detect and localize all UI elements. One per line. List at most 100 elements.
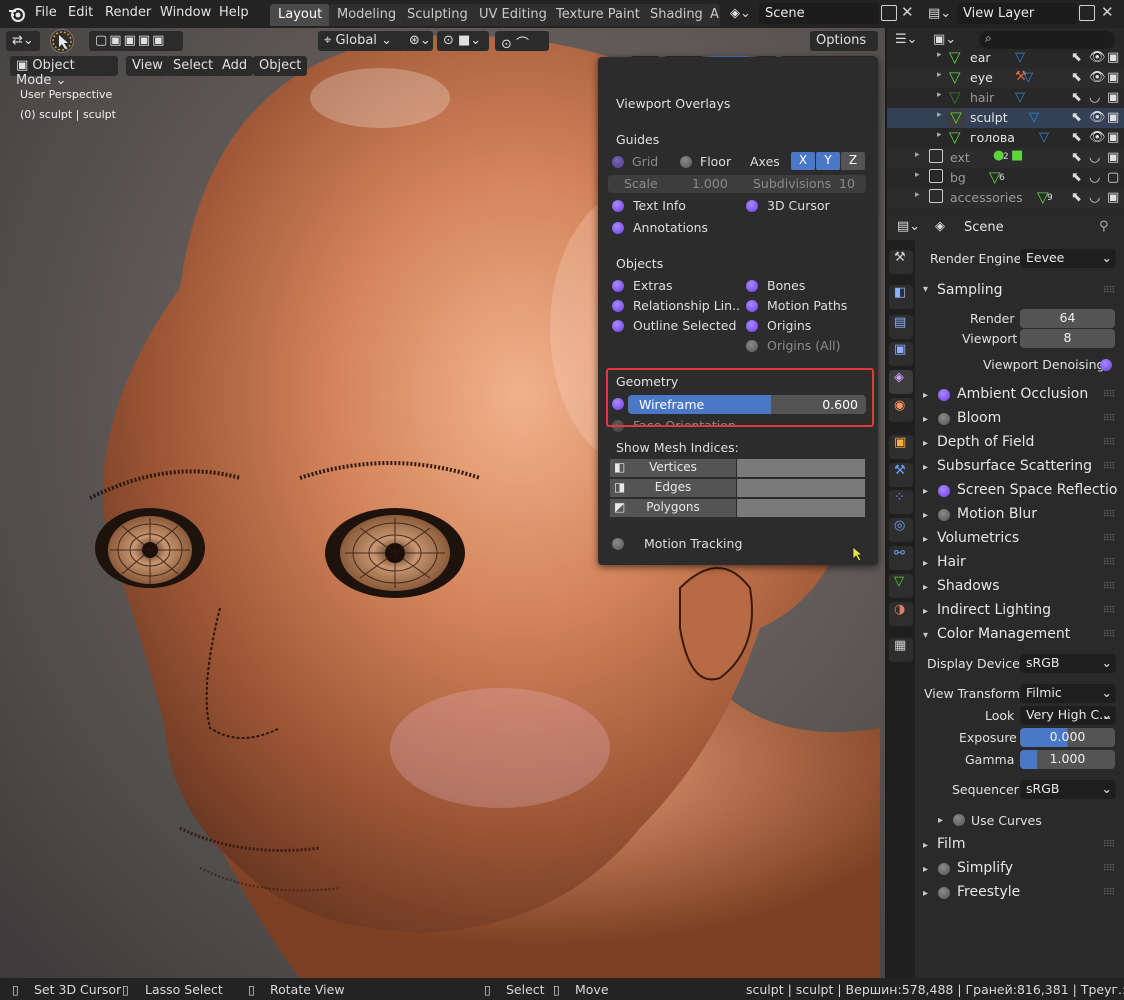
depth-of-field-header[interactable]: Depth of Field (937, 434, 1034, 450)
pin-icon[interactable]: ⚲ (1099, 219, 1109, 234)
collapsed-arrow-icon[interactable]: ▸ (938, 815, 943, 826)
drag-handle-icon[interactable]: ⠿⠿ (1103, 414, 1115, 424)
drag-handle-icon[interactable]: ⠿⠿ (1103, 510, 1115, 520)
visibility-column[interactable]: 👁 👁 ◡ 👁 👁 ◡ ◡ ◡ (1089, 48, 1106, 208)
collapsed-arrow-icon[interactable]: ▸ (923, 558, 928, 569)
menu-view[interactable]: View (126, 56, 169, 76)
look-dropdown[interactable]: Very High C... ⌄ (1020, 706, 1116, 725)
freestyle-header[interactable]: Freestyle (957, 884, 1020, 900)
expand-arrow-icon[interactable]: ▸ (937, 130, 942, 140)
view-transform-dropdown[interactable]: Filmic ⌄ (1020, 684, 1116, 703)
tab-sculpting[interactable]: Sculpting (399, 4, 476, 26)
expanded-arrow-icon[interactable]: ▾ (923, 284, 928, 295)
color-management-header[interactable]: Color Management (937, 626, 1070, 642)
extras-checkbox[interactable] (612, 280, 624, 292)
expand-arrow-icon[interactable]: ▸ (937, 70, 942, 80)
render-tab-icon[interactable]: ◧ (889, 285, 913, 309)
particles-tab-icon[interactable]: ⁘ (889, 490, 913, 514)
drag-handle-icon[interactable]: ⠿⠿ (1103, 888, 1115, 898)
expand-arrow-icon[interactable]: ▸ (915, 190, 920, 200)
data-tab-icon[interactable]: ▽ (889, 574, 913, 598)
tab-uv-editing[interactable]: UV Editing (471, 4, 555, 26)
motion-paths-checkbox[interactable] (746, 300, 758, 312)
drag-handle-icon[interactable]: ⠿⠿ (1103, 534, 1115, 544)
vertices-value-slot[interactable] (737, 459, 865, 477)
relationship-lines-checkbox[interactable] (612, 300, 624, 312)
annotations-checkbox[interactable] (612, 222, 624, 234)
outline-selected-checkbox[interactable] (612, 320, 624, 332)
options-dropdown[interactable]: Options ⌄ (810, 31, 878, 63)
mode-dropdown[interactable]: ▣ Object Mode ⌄ (10, 56, 118, 88)
tab-animation[interactable]: A (706, 4, 720, 26)
menu-edit[interactable]: Edit (68, 5, 93, 20)
tool-tab-icon[interactable]: ⚒ (889, 250, 913, 274)
scale-label[interactable]: Scale (624, 176, 658, 191)
motion-blur-header[interactable]: Motion Blur (957, 506, 1037, 522)
output-tab-icon[interactable]: ▤ (889, 315, 913, 339)
mesh-data-icon[interactable]: ▽ (1029, 108, 1039, 128)
expanded-arrow-icon[interactable]: ▾ (923, 630, 928, 641)
motion-blur-checkbox[interactable] (938, 509, 950, 521)
axis-z-toggle[interactable]: Z (841, 152, 865, 170)
use-curves-checkbox[interactable] (953, 814, 965, 826)
constraints-tab-icon[interactable]: ⚯ (889, 546, 913, 570)
drag-handle-icon[interactable]: ⠿⠿ (1103, 438, 1115, 448)
viewport-denoising-checkbox[interactable] (1100, 359, 1112, 371)
simplify-header[interactable]: Simplify (957, 860, 1013, 876)
collapsed-arrow-icon[interactable]: ▸ (923, 888, 928, 899)
delete-view-layer-icon[interactable]: ✕ (1101, 3, 1114, 21)
menu-render[interactable]: Render (105, 5, 151, 20)
collapsed-arrow-icon[interactable]: ▸ (923, 582, 928, 593)
drag-handle-icon[interactable]: ⠿⠿ (1103, 390, 1115, 400)
tab-texture-paint[interactable]: Texture Paint (548, 4, 648, 26)
collapsed-arrow-icon[interactable]: ▸ (923, 486, 928, 497)
screen-space-reflections-header[interactable]: Screen Space Reflections (957, 482, 1117, 498)
ssr-checkbox[interactable] (938, 485, 950, 497)
floor-checkbox[interactable] (680, 156, 692, 168)
bloom-header[interactable]: Bloom (957, 410, 1001, 426)
texture-tab-icon[interactable]: ▦ (889, 638, 913, 662)
shadows-header[interactable]: Shadows (937, 578, 1000, 594)
render-column[interactable]: ▣ ▣ ▣ ▣ ▣ ▣ ▢ ▣ (1107, 48, 1119, 208)
drag-handle-icon[interactable]: ⠿⠿ (1103, 286, 1115, 296)
view-layer-field[interactable]: View Layer (957, 3, 1077, 24)
subdivisions-label[interactable]: Subdivisions (753, 176, 831, 191)
simplify-checkbox[interactable] (938, 863, 950, 875)
grid-checkbox[interactable] (612, 156, 624, 168)
text-info-checkbox[interactable] (612, 200, 624, 212)
drag-handle-icon[interactable]: ⠿⠿ (1103, 864, 1115, 874)
drag-handle-icon[interactable]: ⠿⠿ (1103, 582, 1115, 592)
select-tool-icon[interactable] (50, 29, 74, 53)
pivot-point-icon[interactable]: ⊛⌄ (403, 31, 433, 51)
expand-arrow-icon[interactable]: ▸ (937, 110, 942, 120)
menu-file[interactable]: File (35, 5, 57, 20)
axis-y-toggle[interactable]: Y (816, 152, 840, 170)
render-samples-field[interactable]: 64 (1020, 309, 1115, 328)
volumetrics-header[interactable]: Volumetrics (937, 530, 1019, 546)
drag-handle-icon[interactable]: ⠿⠿ (1103, 606, 1115, 616)
expand-arrow-icon[interactable]: ▸ (937, 90, 942, 100)
sampling-panel-header[interactable]: Sampling (937, 282, 1003, 298)
transform-orientation-dropdown[interactable]: ⌖ Global ⌄ (318, 31, 406, 51)
ambient-occlusion-header[interactable]: Ambient Occlusion (957, 386, 1088, 402)
display-device-dropdown[interactable]: sRGB ⌄ (1020, 654, 1116, 673)
proportional-editing-toggle[interactable]: ⊙ ⌒ (495, 31, 549, 52)
collapsed-arrow-icon[interactable]: ▸ (923, 510, 928, 521)
scene-name-field[interactable]: Scene (759, 3, 879, 24)
sequencer-dropdown[interactable]: sRGB ⌄ (1020, 780, 1116, 799)
view-layer-tab-icon[interactable]: ▣ (889, 342, 913, 366)
selection-mode-buttons[interactable]: ▢▣▣▣▣ (89, 31, 183, 51)
physics-tab-icon[interactable]: ◎ (889, 518, 913, 542)
vertices-toggle[interactable]: ◧ Vertices (610, 459, 736, 477)
tab-shading[interactable]: Shading (642, 4, 711, 26)
expand-arrow-icon[interactable]: ▸ (915, 170, 920, 180)
collapsed-arrow-icon[interactable]: ▸ (923, 462, 928, 473)
expand-arrow-icon[interactable]: ▸ (937, 50, 942, 60)
render-engine-dropdown[interactable]: Eevee ⌄ (1020, 249, 1116, 268)
mesh-data-icon[interactable]: ▽ (1015, 88, 1025, 108)
snapping-toggle[interactable]: ⊙ ■⌄ (437, 31, 489, 51)
selectable-column[interactable]: ⬉ ⬉ ⬉ ⬉ ⬉ ⬉ ⬉ ⬉ (1071, 48, 1082, 208)
tab-modeling[interactable]: Modeling (329, 4, 405, 26)
collapsed-arrow-icon[interactable]: ▸ (923, 390, 928, 401)
collapsed-arrow-icon[interactable]: ▸ (923, 414, 928, 425)
